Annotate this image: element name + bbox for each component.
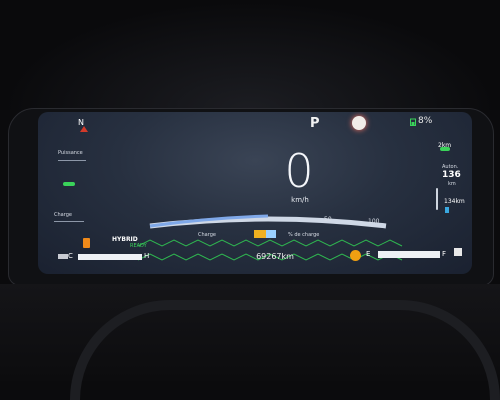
speed-unit: km/h	[291, 196, 309, 204]
ready-label: READY	[130, 243, 147, 249]
ev-range-value: 2km	[438, 142, 452, 149]
battery-percent: 8%	[418, 116, 433, 126]
power-label: Puissance	[58, 150, 83, 156]
autonomy-value: 136	[442, 170, 461, 180]
compass-icon	[80, 126, 88, 132]
fuel-full-label: F	[442, 250, 447, 258]
temperature-gauge	[78, 254, 142, 260]
scale-50-label: 50	[324, 216, 332, 223]
seatbelt-icon	[58, 254, 68, 259]
oil-warning-icon	[350, 250, 361, 261]
temp-cold-label: C	[68, 252, 73, 260]
steering-wheel-rim	[70, 300, 500, 400]
temp-hot-label: H	[144, 252, 150, 260]
door-icon	[454, 248, 462, 256]
autonomy-unit: km	[448, 181, 456, 187]
fuel-pump-icon	[445, 207, 449, 213]
red-warning-light	[352, 116, 366, 130]
range-bottom-value: 134km	[444, 198, 465, 205]
ev-car-icon	[63, 182, 75, 186]
fuel-gauge	[378, 251, 440, 258]
speed-value: 0	[284, 144, 314, 198]
range-bar	[436, 188, 438, 210]
power-gauge-line	[58, 160, 86, 161]
gear-indicator: P	[310, 116, 320, 131]
odometer: 69267km	[256, 252, 294, 261]
charge-gauge-line	[54, 221, 84, 222]
vehicle-interior-ceiling	[0, 0, 500, 110]
charge-label: Charge	[54, 212, 72, 218]
scale-100-label: 100	[368, 218, 380, 225]
hybrid-label: HYBRID	[112, 236, 138, 243]
fuel-empty-label: E	[366, 250, 371, 258]
instrument-display: N P 8% Puissance Charge 0 km/h 2km Auton…	[38, 112, 472, 274]
battery-icon	[410, 118, 416, 126]
hybrid-car-icon	[83, 238, 90, 248]
